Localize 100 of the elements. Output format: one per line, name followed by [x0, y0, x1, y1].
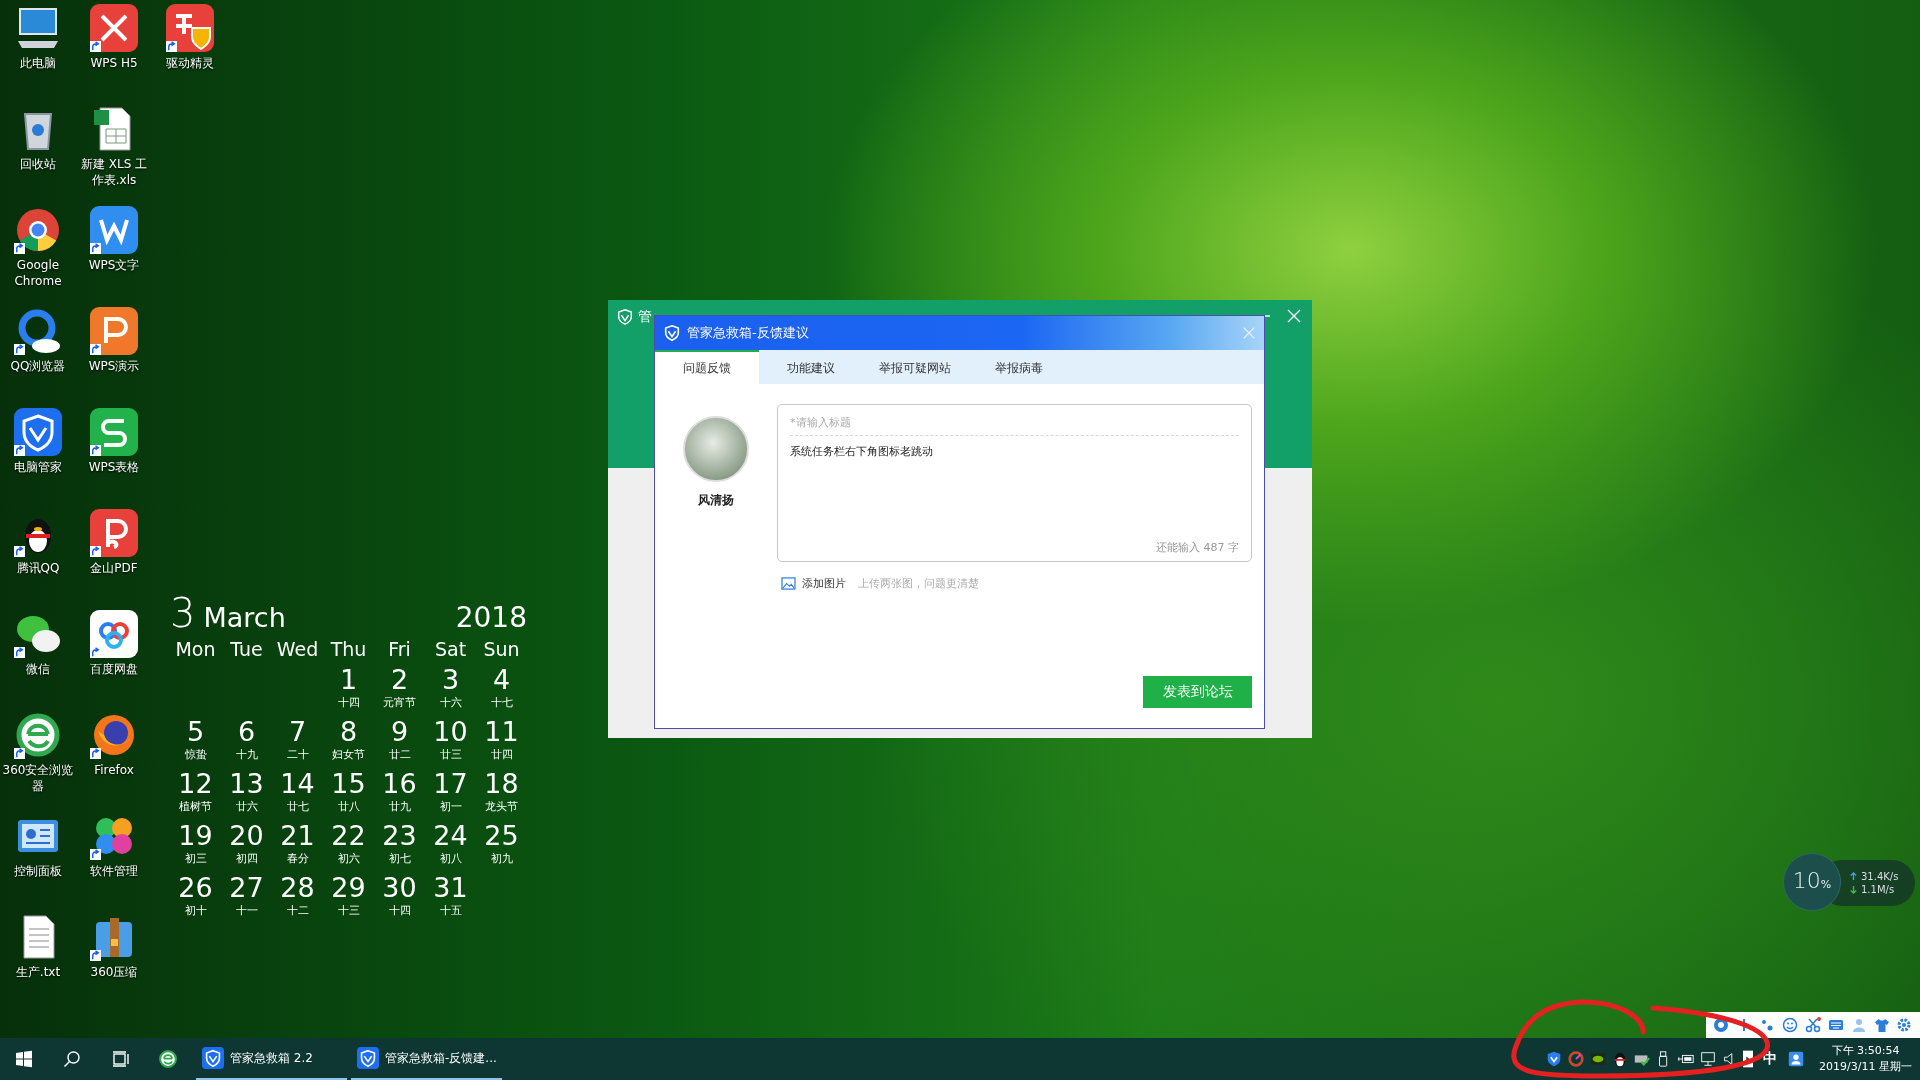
calendar-date: 27 [229, 872, 264, 904]
notification-icon[interactable] [1787, 1050, 1806, 1068]
lunar-date: 十四 [337, 696, 360, 710]
calendar-date: 4 [492, 664, 511, 696]
desktop-icon-label[interactable]: 此电脑 [1, 55, 75, 71]
feedback-tab[interactable]: 功能建议 [759, 350, 863, 384]
calendar-weekday: Thu [329, 638, 368, 662]
desktop-icon-label[interactable]: 回收站 [1, 156, 75, 172]
cpu-unit: % [1820, 878, 1832, 891]
calendar-date: 2 [390, 664, 409, 696]
calendar-date: 7 [288, 716, 307, 748]
spreadsheet-app-icon[interactable] [90, 408, 138, 456]
desktop-icon-label[interactable]: WPS文字 [77, 257, 151, 273]
smiley-icon[interactable] [1782, 1017, 1799, 1033]
shield-icon[interactable] [14, 408, 62, 456]
calendar-date: 11 [484, 716, 519, 748]
feedback-tab[interactable]: 问题反馈 [655, 350, 759, 384]
desktop-icon-label[interactable]: 驱动精灵 [153, 55, 227, 71]
lunar-date: 廿二 [388, 748, 411, 762]
feedback-tab[interactable]: 举报病毒 [967, 350, 1071, 384]
calendar-weekday: Fri [387, 638, 412, 662]
calendar-date: 23 [382, 820, 417, 852]
presentation-app-icon[interactable] [90, 307, 138, 355]
calendar-date: 9 [390, 716, 409, 748]
ime-logo-icon[interactable] [1713, 1017, 1730, 1033]
desktop-icon-label[interactable]: 控制面板 [1, 863, 75, 879]
taskbar-app-button[interactable]: 管家急救箱-反馈建... [351, 1038, 502, 1080]
settings-icon[interactable] [1896, 1017, 1913, 1033]
lunar-date: 十四 [388, 904, 411, 918]
taskbar-app-button[interactable]: 管家急救箱 2.2 [196, 1038, 347, 1080]
user-name: 风清扬 [698, 492, 734, 509]
shirt-icon[interactable] [1873, 1017, 1890, 1033]
cpu-meter-circle[interactable]: 10% [1783, 853, 1841, 911]
desktop-icon-label[interactable]: WPS表格 [77, 459, 151, 475]
desktop-icon-label[interactable]: 新建 XLS 工作表.xls [77, 156, 151, 188]
lunar-date: 十七 [490, 696, 513, 710]
desktop-icon-label[interactable]: Firefox [77, 762, 151, 778]
driver-app-icon[interactable] [166, 4, 214, 52]
e-globe-icon[interactable] [14, 711, 62, 759]
browser-ball-icon[interactable] [14, 206, 62, 254]
calendar-date: 24 [433, 820, 468, 852]
lunar-date: 植树节 [179, 800, 212, 814]
lunar-date: 十一 [235, 904, 258, 918]
calendar-date: 16 [382, 768, 417, 800]
download-speed: 1.1M/s [1861, 884, 1895, 895]
cpu-value: 10 [1792, 868, 1821, 893]
calendar-date: 26 [178, 872, 213, 904]
lunar-date: 初七 [388, 852, 411, 866]
lunar-date: 初三 [184, 852, 207, 866]
desktop-icon-label[interactable]: 腾讯QQ [1, 560, 75, 576]
desktop-icon-label[interactable]: WPS演示 [77, 358, 151, 374]
shield-icon [202, 1047, 224, 1069]
bowtie-app-icon[interactable] [90, 4, 138, 52]
writer-app-icon[interactable] [90, 206, 138, 254]
desktop-icon-label[interactable]: 软件管理 [77, 863, 151, 879]
lunar-date: 初八 [439, 852, 462, 866]
calendar-date: 3 [441, 664, 460, 696]
desktop-icon-label[interactable]: 金山PDF [77, 560, 151, 576]
network-icon[interactable] [1699, 1050, 1718, 1068]
upload-speed: 31.4K/s [1861, 871, 1899, 882]
desktop-icon-label[interactable]: 360压缩 [77, 964, 151, 980]
calendar-date: 6 [237, 716, 256, 748]
up-arrow-icon [1849, 872, 1858, 881]
calendar-date: 8 [339, 716, 358, 748]
calendar-month: March [203, 602, 287, 633]
desktop-icon-label[interactable]: 360安全浏览器 [1, 762, 75, 794]
desktop-icon-label[interactable]: 生产.txt [1, 964, 75, 980]
pdf-app-icon[interactable] [90, 509, 138, 557]
lunar-date: 廿八 [337, 800, 360, 814]
desktop-icon-label[interactable]: Google Chrome [1, 257, 75, 289]
lunar-date: 元宵节 [383, 696, 416, 710]
calendar-date: 19 [178, 820, 213, 852]
desktop-icon-label[interactable]: WPS H5 [77, 55, 151, 71]
calendar-date: 28 [280, 872, 315, 904]
lunar-date: 廿三 [439, 748, 462, 762]
picture-icon[interactable] [781, 577, 796, 590]
desktop-icon-label[interactable]: 电脑管家 [1, 459, 75, 475]
lunar-date: 初一 [439, 800, 462, 814]
ime-mode-indicator[interactable]: 中 [1757, 1050, 1784, 1068]
feedback-tab[interactable]: 举报可疑网站 [863, 350, 967, 384]
calendar-weekday: Wed [275, 638, 320, 662]
calendar-year: 2018 [455, 601, 527, 634]
add-image-link[interactable]: 添加图片 [802, 576, 846, 591]
desktop-icon-label[interactable]: 百度网盘 [77, 661, 151, 677]
keyboard-icon[interactable] [1827, 1017, 1844, 1033]
lunar-date: 惊蛰 [184, 748, 207, 762]
lunar-date: 十三 [337, 904, 360, 918]
lunar-date: 初十 [184, 904, 207, 918]
feedback-input-field[interactable]: *请输入标题 系统任务栏右下角图标老跳动 还能输入 487 字 [777, 404, 1252, 562]
desktop-icon-label[interactable]: 微信 [1, 661, 75, 677]
desktop-icon-label[interactable]: QQ浏览器 [1, 358, 75, 374]
calendar-date: 20 [229, 820, 264, 852]
scissors-icon[interactable] [1804, 1017, 1821, 1033]
lunar-date: 妇女节 [332, 748, 365, 762]
taskbar-clock[interactable]: 下午 3:50:54 2019/3/11 星期一 [1805, 1043, 1920, 1075]
calendar-date: 5 [186, 716, 205, 748]
cloud-drive-icon[interactable] [90, 610, 138, 658]
calendar-date: 14 [280, 768, 315, 800]
down-arrow-icon [1849, 885, 1858, 894]
lunar-date: 春分 [286, 852, 309, 866]
